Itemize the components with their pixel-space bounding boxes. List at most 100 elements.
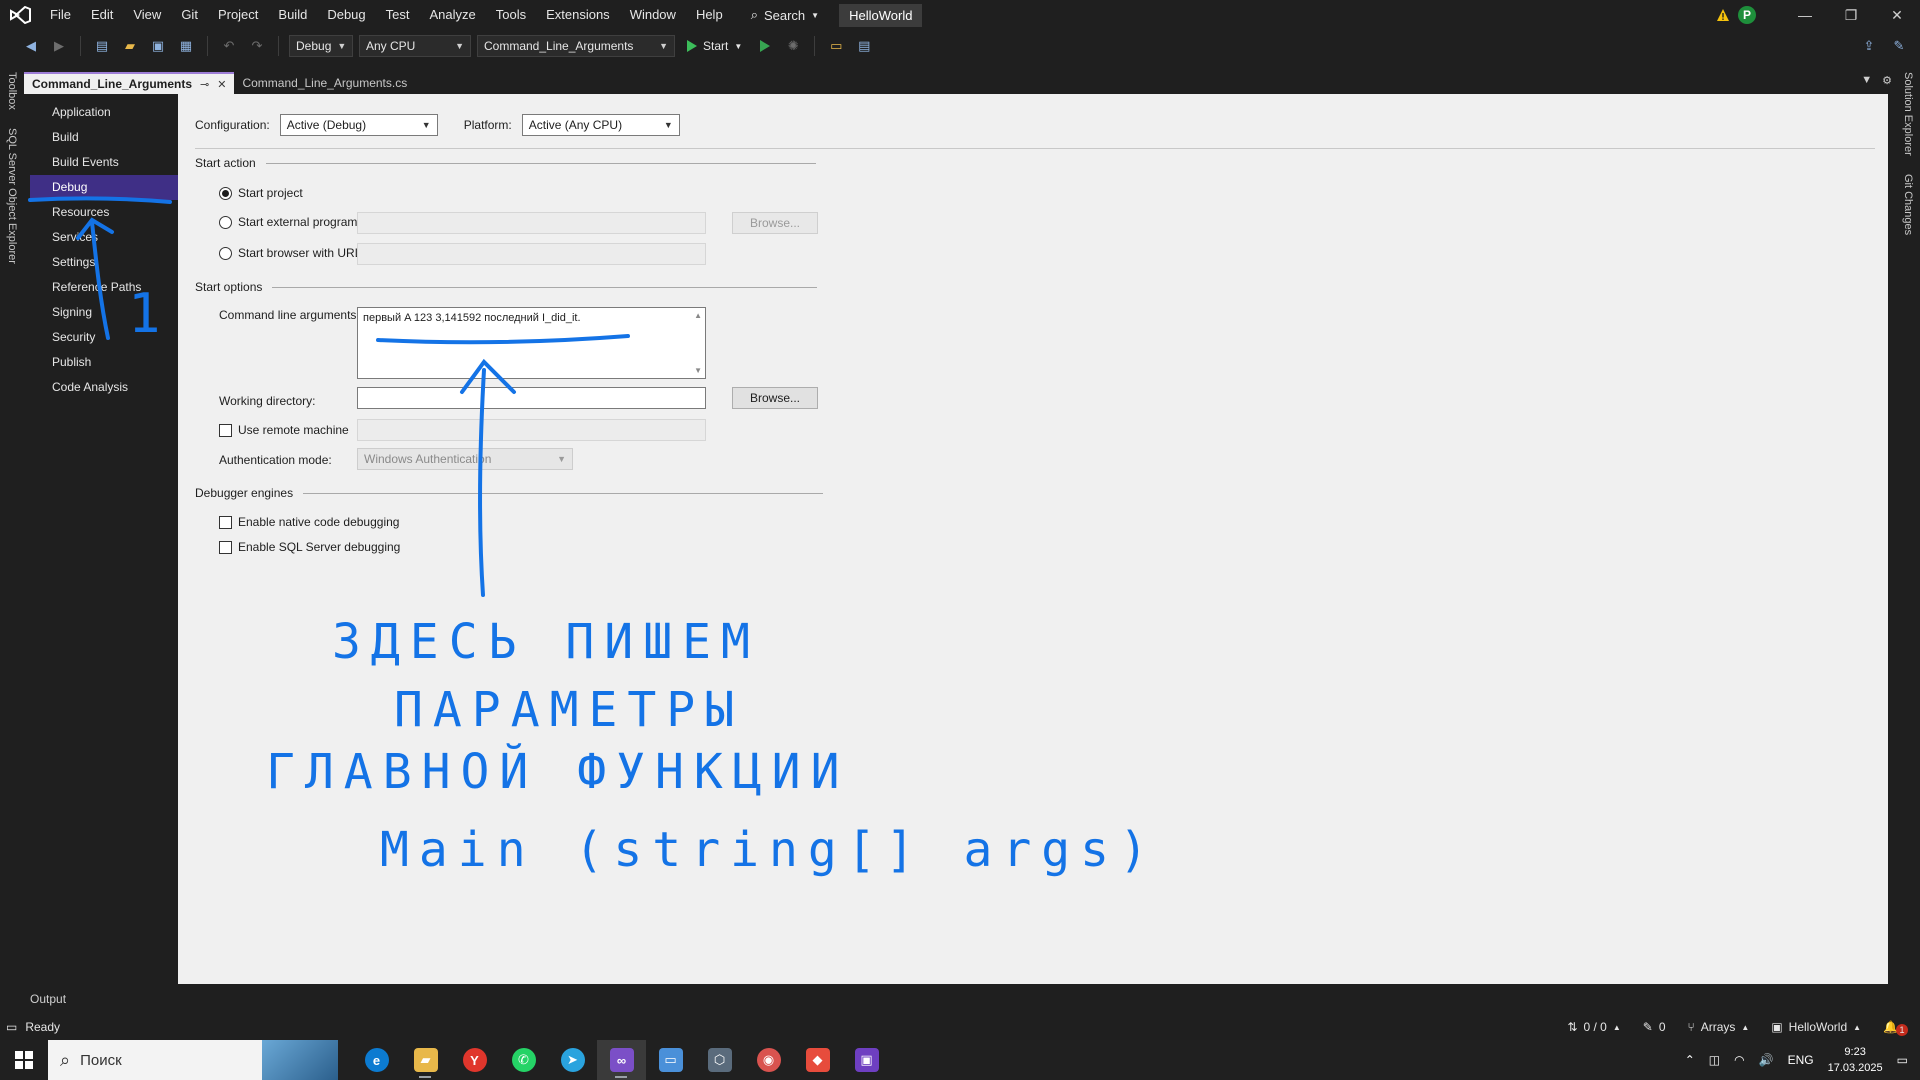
external-program-field[interactable] [357, 212, 706, 234]
menu-tools[interactable]: Tools [486, 0, 536, 30]
working-directory-field[interactable] [357, 387, 706, 409]
menu-git[interactable]: Git [171, 0, 208, 30]
visual-studio-app-icon[interactable]: ∞ [597, 1040, 646, 1080]
account-avatar[interactable]: P [1738, 6, 1756, 24]
native-debugging-checkbox[interactable] [219, 515, 232, 529]
visual-studio-logo-icon[interactable] [0, 0, 40, 30]
platform-combo[interactable]: Active (Any CPU) ▼ [521, 114, 680, 136]
yandex-browser-app-icon[interactable]: Y [450, 1040, 499, 1080]
use-remote-option[interactable]: Use remote machine [219, 423, 349, 437]
solution-explorer-tab[interactable]: Solution Explorer [1902, 72, 1914, 156]
nav-application[interactable]: Application [30, 100, 178, 125]
solution-name[interactable]: HelloWorld [839, 3, 923, 27]
close-window-icon[interactable]: ✕ [1874, 0, 1920, 30]
open-folder-icon[interactable]: ▰ [119, 35, 141, 57]
start-project-radio[interactable] [219, 186, 232, 200]
start-debugging-button[interactable]: Start ▼ [681, 39, 748, 53]
startup-project-combo[interactable]: Command_Line_Arguments ▼ [477, 35, 675, 57]
virtualbox-app-icon[interactable]: ⬡ [695, 1040, 744, 1080]
speaker-icon[interactable]: 🔊 [1759, 1053, 1774, 1067]
nav-resources[interactable]: Resources [30, 200, 178, 225]
sql-debugging-checkbox[interactable] [219, 540, 232, 554]
nav-settings[interactable]: Settings [30, 250, 178, 275]
menu-help[interactable]: Help [686, 0, 733, 30]
start-browser-option[interactable]: Start browser with URL: [219, 246, 365, 260]
git-changes-tab[interactable]: Git Changes [1902, 174, 1914, 235]
edge-app-icon[interactable]: e [352, 1040, 401, 1080]
save-icon[interactable]: ▣ [147, 35, 169, 57]
jetbrains-app-icon[interactable]: ▣ [842, 1040, 891, 1080]
start-external-radio[interactable] [219, 215, 232, 229]
minimize-icon[interactable]: — [1782, 0, 1828, 30]
windows-start-button[interactable] [0, 1040, 48, 1080]
menu-project[interactable]: Project [208, 0, 268, 30]
chevron-up-icon[interactable]: ⌃ [1685, 1053, 1695, 1067]
sql-server-object-explorer-tab[interactable]: SQL Server Object Explorer [6, 128, 18, 264]
start-without-debugging-icon[interactable] [754, 35, 776, 57]
line-col-indicator[interactable]: ⇅ 0 / 0 ▲ [1567, 1020, 1620, 1034]
anydesk-app-icon[interactable]: ◆ [793, 1040, 842, 1080]
nav-services[interactable]: Services [30, 225, 178, 250]
notifications-indicator[interactable]: 🔔 1 [1883, 1018, 1908, 1036]
repository-indicator[interactable]: ▣ HelloWorld ▲ [1771, 1020, 1861, 1034]
nav-debug[interactable]: Debug [30, 175, 184, 200]
warning-icon[interactable] [1716, 8, 1730, 22]
camera-icon[interactable]: ◫ [1709, 1053, 1720, 1067]
clock[interactable]: 9:23 17.03.2025 [1828, 1044, 1883, 1076]
toolbox-tab[interactable]: Toolbox [6, 72, 18, 110]
restore-icon[interactable]: ❐ [1828, 0, 1874, 30]
menu-edit[interactable]: Edit [81, 0, 123, 30]
start-external-option[interactable]: Start external program: [219, 215, 361, 229]
whatsapp-app-icon[interactable]: ✆ [499, 1040, 548, 1080]
file-explorer-app-icon[interactable]: ▰ [401, 1040, 450, 1080]
browser-url-field[interactable] [357, 243, 706, 265]
input-language[interactable]: ENG [1788, 1053, 1814, 1067]
nav-code-analysis[interactable]: Code Analysis [30, 375, 178, 400]
save-all-icon[interactable]: ▦ [175, 35, 197, 57]
output-tab[interactable]: Output [30, 992, 66, 1006]
media-player-app-icon[interactable]: ◉ [744, 1040, 793, 1080]
solution-platform-combo[interactable]: Any CPU ▼ [359, 35, 471, 57]
configuration-combo[interactable]: Active (Debug) ▼ [279, 114, 438, 136]
pin-icon[interactable]: ⊸ [200, 78, 209, 91]
solution-configuration-combo[interactable]: Debug ▼ [289, 35, 353, 57]
taskbar-search-box[interactable]: ⌕ Поиск [48, 1040, 338, 1080]
menu-extensions[interactable]: Extensions [536, 0, 620, 30]
navigate-forward-icon[interactable]: ▶ [48, 35, 70, 57]
navigate-back-icon[interactable]: ◀ [20, 35, 42, 57]
browse-external-button[interactable]: Browse... [732, 212, 818, 234]
new-item-icon[interactable]: ▤ [91, 35, 113, 57]
command-line-arguments-textarea[interactable]: первый A 123 3,141592 последний I_did_it… [357, 307, 706, 379]
edits-indicator[interactable]: ✎ 0 [1643, 1020, 1666, 1034]
gear-icon[interactable]: ⚙ [1882, 74, 1892, 87]
live-share-icon[interactable]: ⇪ [1858, 35, 1880, 57]
undo-icon[interactable]: ↶ [218, 35, 240, 57]
search-button[interactable]: ⌕ Search ▼ [743, 7, 827, 23]
menu-view[interactable]: View [123, 0, 171, 30]
feedback-icon[interactable]: ✎ [1888, 35, 1910, 57]
menu-analyze[interactable]: Analyze [419, 0, 485, 30]
redo-icon[interactable]: ↷ [246, 35, 268, 57]
hot-reload-icon[interactable]: ✺ [782, 35, 804, 57]
authentication-mode-combo[interactable]: Windows Authentication ▼ [357, 448, 573, 470]
start-browser-radio[interactable] [219, 246, 232, 260]
tab-list-dropdown-icon[interactable]: ▼ [1861, 74, 1872, 87]
telegram-app-icon[interactable]: ➤ [548, 1040, 597, 1080]
nav-publish[interactable]: Publish [30, 350, 178, 375]
tab-source-file[interactable]: Command_Line_Arguments.cs [234, 72, 415, 94]
close-icon[interactable]: ✕ [217, 78, 226, 91]
branch-indicator[interactable]: ⑂ Arrays ▲ [1688, 1020, 1750, 1034]
start-project-option[interactable]: Start project [219, 186, 303, 200]
menu-window[interactable]: Window [620, 0, 686, 30]
remote-machine-field[interactable] [357, 419, 706, 441]
sql-debugging-option[interactable]: Enable SQL Server debugging [219, 540, 400, 554]
native-debugging-option[interactable]: Enable native code debugging [219, 515, 399, 529]
scroll-down-icon[interactable]: ▼ [694, 366, 702, 375]
nav-build-events[interactable]: Build Events [30, 150, 178, 175]
menu-build[interactable]: Build [268, 0, 317, 30]
browser-link-icon[interactable]: ▭ [825, 35, 847, 57]
remote-desktop-app-icon[interactable]: ▭ [646, 1040, 695, 1080]
use-remote-checkbox[interactable] [219, 423, 232, 437]
scroll-up-icon[interactable]: ▲ [694, 311, 702, 320]
menu-file[interactable]: File [40, 0, 81, 30]
